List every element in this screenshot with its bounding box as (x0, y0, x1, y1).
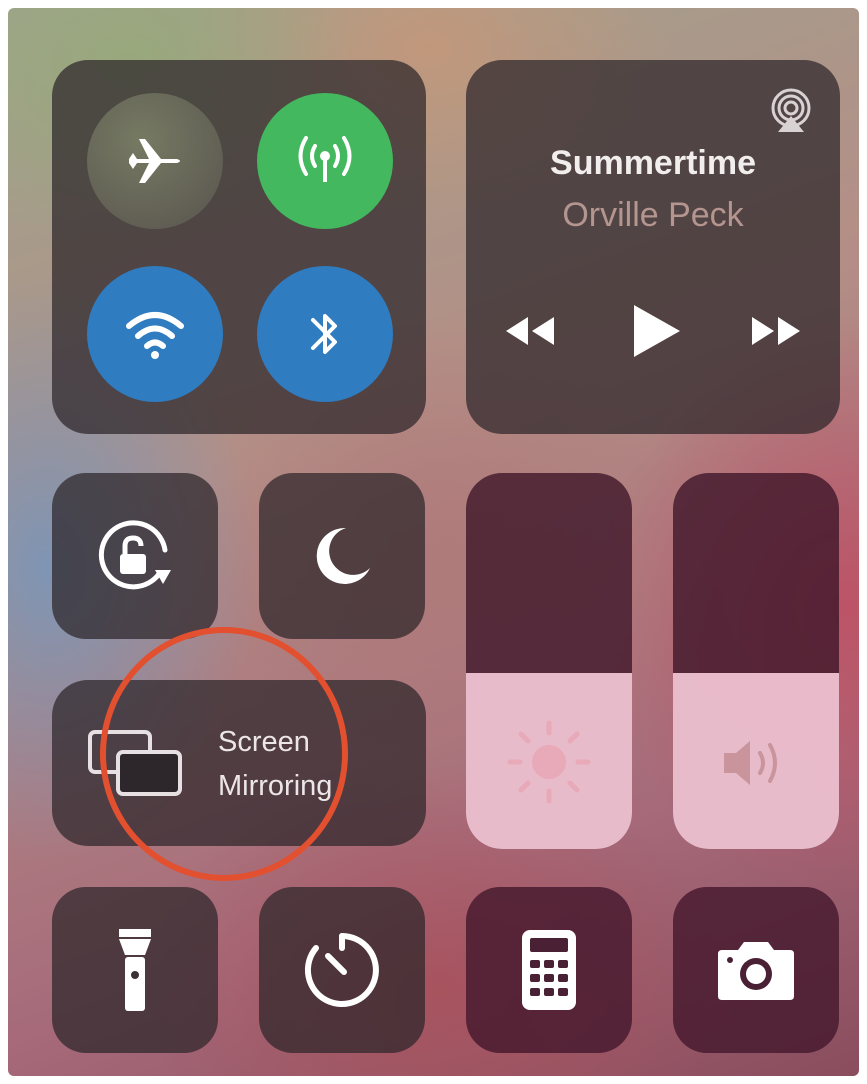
orientation-lock-icon (98, 520, 171, 590)
flashlight-button[interactable] (52, 887, 218, 1053)
airplay-audio-icon[interactable] (768, 88, 814, 134)
orientation-lock-button[interactable] (52, 473, 218, 639)
camera-icon (718, 942, 794, 1000)
wifi-button[interactable] (87, 266, 223, 402)
timer-icon (304, 933, 379, 1007)
sun-icon (507, 720, 591, 804)
timer-button[interactable] (259, 887, 425, 1053)
speaker-icon (724, 741, 777, 785)
moon-icon (316, 527, 370, 584)
camera-button[interactable] (673, 887, 839, 1053)
fast-forward-icon[interactable] (746, 311, 806, 351)
cellular-data-button[interactable] (257, 93, 393, 229)
wifi-icon (126, 312, 184, 359)
highlight-circle-annotation (100, 627, 348, 881)
song-title: Summertime (550, 144, 756, 182)
volume-slider[interactable] (673, 473, 839, 849)
play-icon[interactable] (628, 301, 684, 361)
do-not-disturb-button[interactable] (259, 473, 425, 639)
rewind-icon[interactable] (500, 311, 560, 351)
flashlight-icon (119, 929, 151, 1011)
bluetooth-button[interactable] (257, 266, 393, 402)
airplane-icon (129, 139, 180, 183)
song-artist: Orville Peck (562, 196, 744, 234)
cellular-antenna-icon (298, 136, 352, 182)
calculator-icon (522, 930, 576, 1010)
brightness-slider[interactable] (466, 473, 632, 849)
airplane-mode-button[interactable] (87, 93, 223, 229)
bluetooth-icon (311, 314, 337, 354)
calculator-button[interactable] (466, 887, 632, 1053)
